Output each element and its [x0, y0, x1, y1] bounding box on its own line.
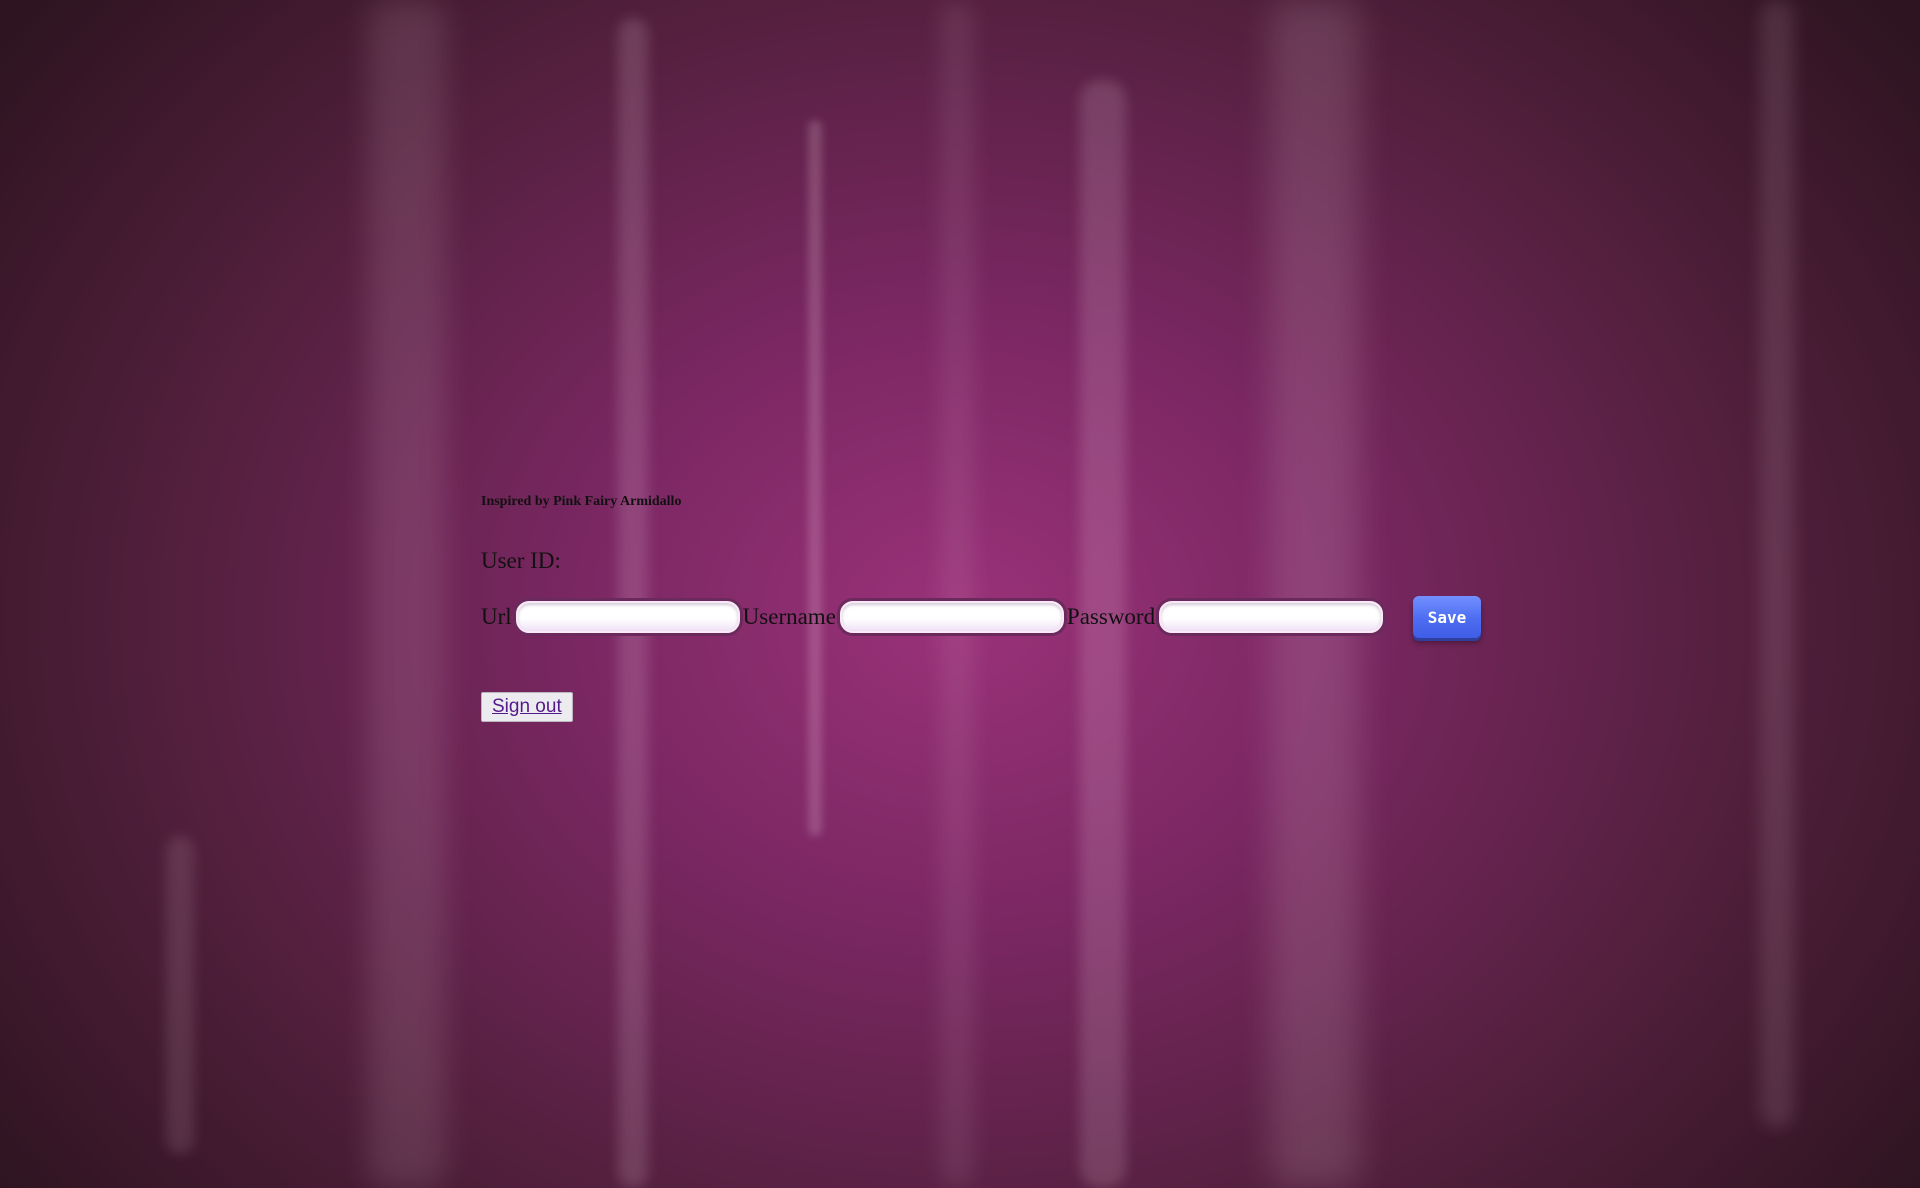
save-button[interactable]: Save: [1413, 596, 1481, 638]
url-input[interactable]: [515, 601, 740, 633]
password-label: Password: [1066, 604, 1156, 629]
signout-container: Sign out: [481, 692, 1481, 722]
username-input[interactable]: [839, 601, 1064, 633]
credentials-form: Url Username Password Save: [481, 596, 1481, 638]
password-input[interactable]: [1159, 601, 1384, 633]
sign-out-button[interactable]: Sign out: [481, 692, 573, 722]
user-id-label: User ID:: [481, 548, 561, 573]
background-streak: [1760, 0, 1794, 1128]
url-label: Url: [481, 604, 512, 629]
background-streak: [368, 0, 446, 1188]
background-streak: [808, 120, 822, 836]
username-label: Username: [742, 604, 836, 629]
credit-text: Inspired by Pink Fairy Armidallo: [481, 494, 682, 509]
background-streak: [166, 836, 194, 1154]
main-content: Inspired by Pink Fairy Armidallo User ID…: [481, 494, 1481, 722]
